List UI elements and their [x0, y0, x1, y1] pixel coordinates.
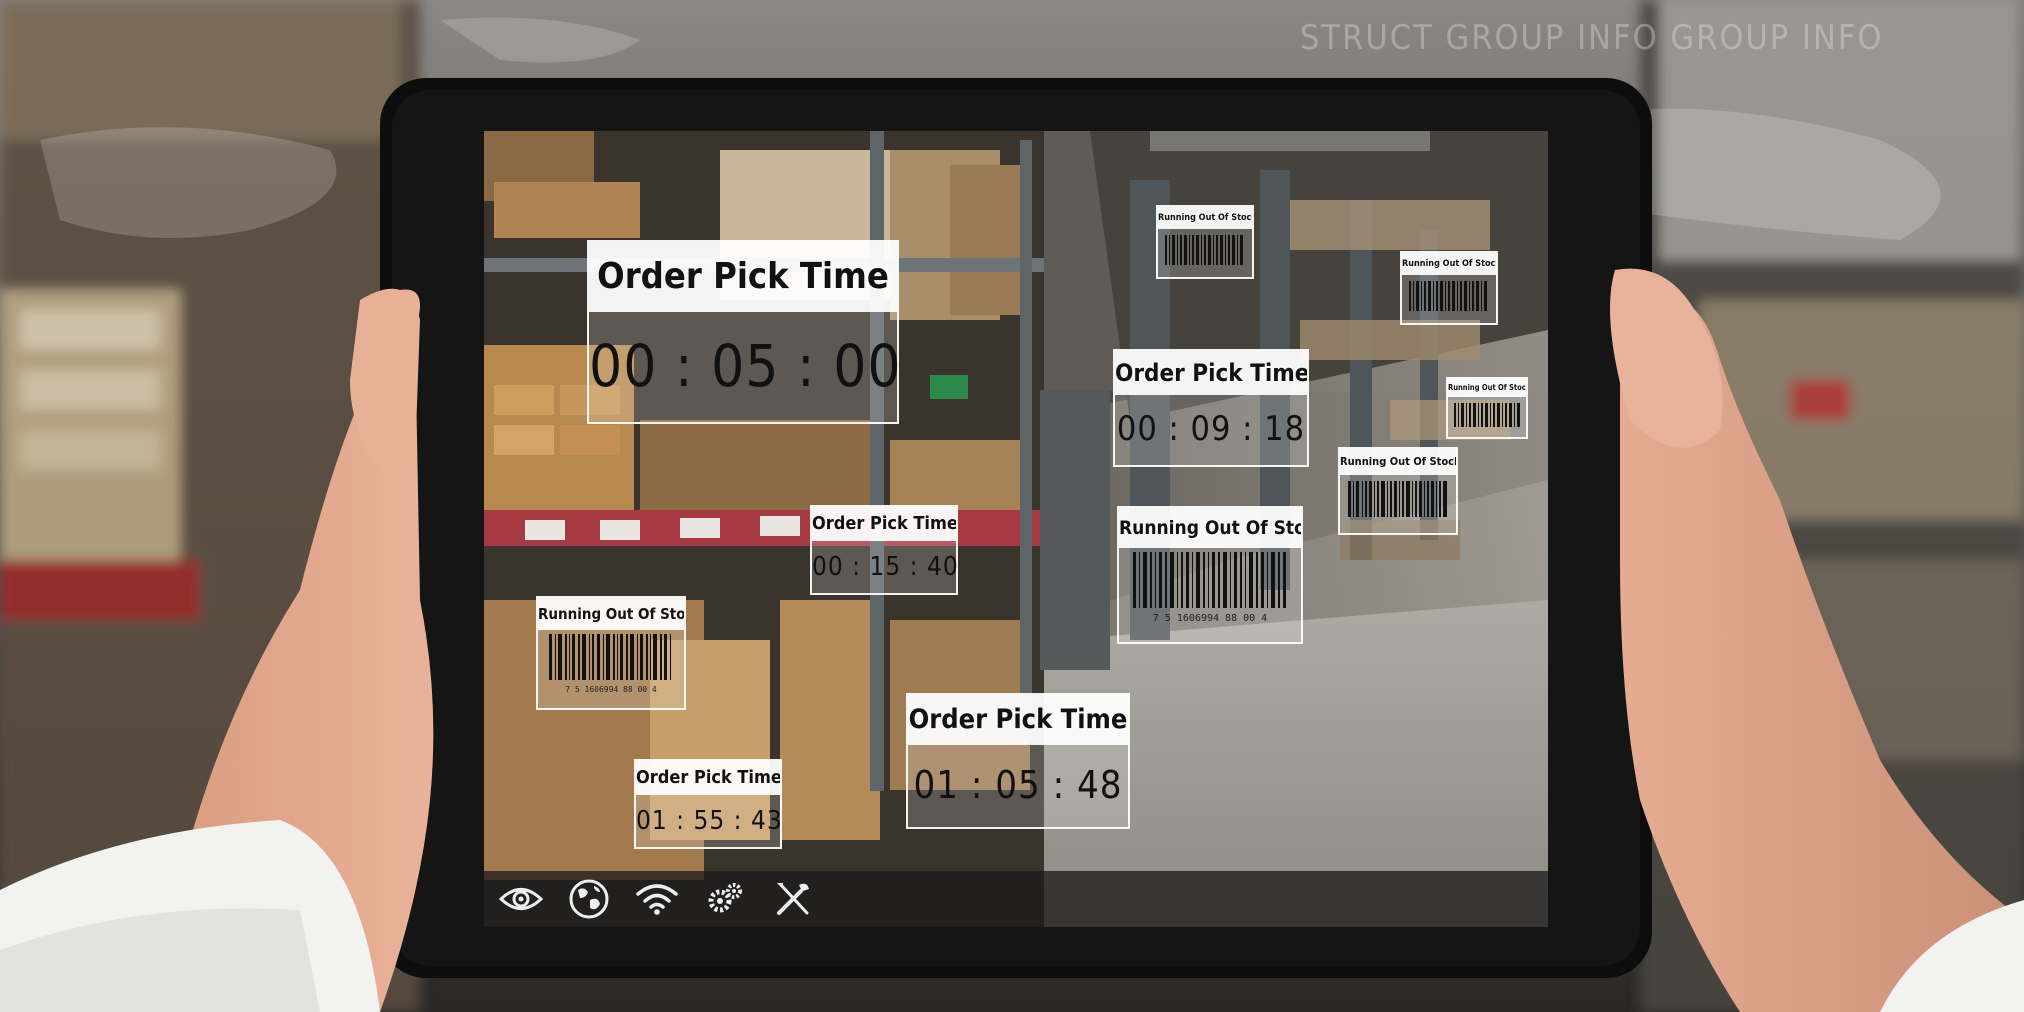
card-title: Running Out Of Stock — [1119, 508, 1301, 548]
timer-value: 01 : 55 : 43 — [636, 806, 783, 836]
card-title: Order Pick Time — [589, 242, 897, 312]
out-of-stock-card[interactable]: Running Out Of Stock 7 5 1606994 88 00 4 — [536, 596, 686, 710]
ar-toolbar — [484, 871, 1548, 927]
wifi-icon[interactable] — [634, 876, 680, 922]
barcode — [1165, 235, 1243, 265]
order-pick-time-card[interactable]: Order Pick Time 01 : 05 : 48 — [906, 693, 1130, 829]
out-of-stock-card[interactable]: Running Out Of Stock — [1446, 377, 1528, 439]
gears-icon[interactable] — [702, 876, 748, 922]
timer-value: 00 : 15 : 40 — [812, 552, 959, 582]
out-of-stock-card[interactable]: Running Out Of Stock — [1338, 447, 1458, 535]
card-title: Order Pick Time — [908, 695, 1128, 745]
card-title: Running Out Of Stock — [1448, 379, 1526, 397]
timer-value: 00 : 05 : 00 — [589, 332, 902, 400]
globe-icon[interactable] — [566, 876, 612, 922]
order-pick-time-card[interactable]: Order Pick Time 00 : 09 : 18 — [1113, 349, 1309, 467]
order-pick-time-card[interactable]: Order Pick Time 00 : 05 : 00 — [587, 240, 902, 424]
background-overlay-text: STRUCT GROUP INFO GROUP INFO — [1300, 18, 1884, 58]
barcode-number: 7 5 1606994 88 00 4 — [565, 685, 657, 694]
order-pick-time-card[interactable]: Order Pick Time 01 : 55 : 43 — [634, 759, 782, 849]
barcode-number: 7 5 1606994 88 00 4 — [1152, 613, 1268, 624]
order-pick-time-card[interactable]: Order Pick Time 00 : 15 : 40 — [810, 505, 958, 595]
card-title: Order Pick Time — [1115, 351, 1307, 395]
timer-value: 00 : 09 : 18 — [1116, 409, 1306, 449]
card-title: Running Out Of Stock — [1340, 449, 1456, 475]
barcode — [1348, 481, 1447, 517]
eye-icon[interactable] — [498, 876, 544, 922]
card-title: Order Pick Time — [636, 761, 780, 795]
card-title: Running Out Of Stock — [538, 598, 684, 630]
tools-icon[interactable] — [770, 876, 816, 922]
card-title: Order Pick Time — [812, 507, 956, 541]
tablet-screen: Order Pick Time 00 : 05 : 00 Order Pick … — [484, 131, 1548, 871]
barcode — [1133, 552, 1286, 608]
out-of-stock-card[interactable]: Running Out Of Stock 7 5 1606994 88 0 — [1117, 506, 1303, 644]
out-of-stock-card[interactable]: Running Out Of Stock — [1400, 251, 1498, 325]
timer-value: 01 : 05 : 48 — [913, 763, 1123, 807]
card-title: Running Out Of Stock — [1402, 253, 1496, 275]
card-title: Running Out Of Stock — [1158, 207, 1252, 229]
barcode — [549, 634, 671, 680]
barcode — [1454, 403, 1520, 427]
out-of-stock-card[interactable]: Running Out Of Stock — [1156, 205, 1254, 279]
barcode — [1409, 281, 1487, 311]
